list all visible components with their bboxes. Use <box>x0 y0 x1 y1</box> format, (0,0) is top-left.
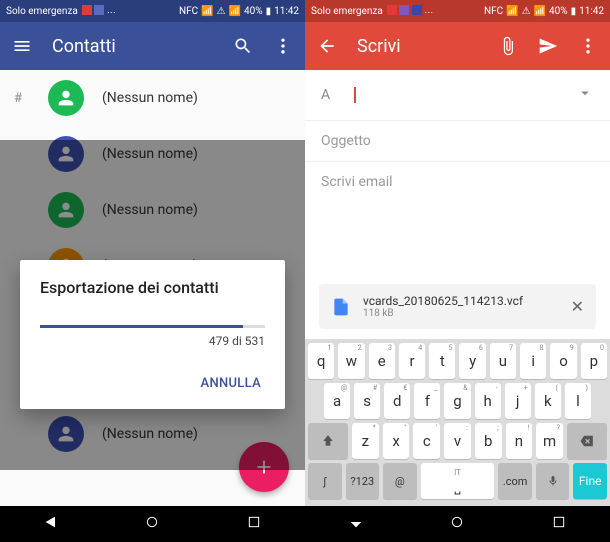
status-bar: Solo emergenza ⋯ NFC📶⚠📶 40% ▮ 11:42 <box>305 0 610 22</box>
key-k[interactable]: (k <box>535 383 561 419</box>
dialog-title: Esportazione dei contatti <box>40 278 265 297</box>
compose-body: A Oggetto Scrivi email vcards_20180625_1… <box>305 70 610 506</box>
nav-home-icon[interactable] <box>449 514 465 534</box>
attachment-size: 118 kB <box>363 308 559 319</box>
to-field[interactable]: A <box>305 70 610 121</box>
status-icons: NFC📶⚠📶 40% ▮ 11:42 <box>484 6 604 17</box>
app-bar: Scrivi <box>305 22 610 70</box>
contact-name: (Nessun nome) <box>102 90 198 106</box>
progress-text: 479 di 531 <box>40 334 265 348</box>
search-icon[interactable] <box>233 36 253 56</box>
chevron-down-icon[interactable] <box>576 84 594 106</box>
cancel-button[interactable]: ANNULLA <box>40 368 265 399</box>
key-b[interactable]: ;b <box>475 423 502 459</box>
key-n[interactable]: !n <box>506 423 533 459</box>
key-v[interactable]: :v <box>444 423 471 459</box>
clock: 11:42 <box>579 6 604 17</box>
back-icon[interactable] <box>317 36 337 56</box>
nav-recent-icon[interactable] <box>246 514 262 534</box>
key-@[interactable]: @ <box>383 463 417 499</box>
key-u[interactable]: 7u <box>490 343 516 379</box>
phone-contacts: Solo emergenza ⋯ NFC📶⚠📶 40% ▮ 11:42 Cont… <box>0 0 305 542</box>
to-label: A <box>321 87 330 103</box>
network-status: Solo emergenza <box>311 6 383 17</box>
attach-icon[interactable] <box>498 36 518 56</box>
send-icon[interactable] <box>538 36 558 56</box>
key-i[interactable]: 8i <box>520 343 546 379</box>
key-x[interactable]: "x <box>383 423 410 459</box>
file-icon <box>331 295 351 319</box>
mic-key[interactable] <box>536 463 570 499</box>
key-j[interactable]: +j <box>505 383 531 419</box>
key-m[interactable]: ?m <box>536 423 563 459</box>
space-key[interactable]: IT⎵ <box>421 463 495 499</box>
shift-key[interactable] <box>308 423 348 459</box>
key-o[interactable]: 9o <box>550 343 576 379</box>
network-status: Solo emergenza <box>6 6 78 17</box>
nav-bar <box>0 506 305 542</box>
key-w[interactable]: 2w <box>338 343 364 379</box>
key-l[interactable]: )l <box>565 383 591 419</box>
status-icons: NFC📶⚠📶 40% ▮ 11:42 <box>179 6 299 17</box>
battery-level: 40% <box>549 6 568 17</box>
key-t[interactable]: 5t <box>429 343 455 379</box>
key-r[interactable]: 4r <box>399 343 425 379</box>
key-e[interactable]: 3e <box>369 343 395 379</box>
remove-attachment-icon[interactable]: ✕ <box>571 297 584 316</box>
key-z[interactable]: *z <box>352 423 379 459</box>
app-bar: Contatti <box>0 22 305 70</box>
nav-back-icon[interactable] <box>43 514 59 534</box>
keyboard: 1q2w3e4r5t6y7u8i9o0p @a#s€d_f&g-h+j(k)l … <box>305 339 610 506</box>
key-d[interactable]: €d <box>384 383 410 419</box>
index-letter: # <box>14 91 30 106</box>
key-.com[interactable]: .com <box>498 463 532 499</box>
nav-home-icon[interactable] <box>144 514 160 534</box>
key-c[interactable]: 'c <box>413 423 440 459</box>
progress-bar <box>40 325 265 328</box>
contacts-list: #(Nessun nome)(Nessun nome)(Nessun nome)… <box>0 70 305 506</box>
swype-key[interactable]: ʃ <box>308 463 342 499</box>
page-title: Scrivi <box>357 36 401 57</box>
key-?123[interactable]: ?123 <box>346 463 380 499</box>
key-s[interactable]: #s <box>354 383 380 419</box>
battery-level: 40% <box>244 6 263 17</box>
more-icon[interactable] <box>273 36 293 56</box>
key-g[interactable]: &g <box>444 383 470 419</box>
body-field[interactable]: Scrivi email <box>305 162 610 202</box>
status-bar: Solo emergenza ⋯ NFC📶⚠📶 40% ▮ 11:42 <box>0 0 305 22</box>
key-p[interactable]: 0p <box>581 343 607 379</box>
nav-bar <box>305 506 610 542</box>
text-cursor <box>354 87 356 103</box>
phone-compose: Solo emergenza ⋯ NFC📶⚠📶 40% ▮ 11:42 Scri… <box>305 0 610 542</box>
subject-field[interactable]: Oggetto <box>305 121 610 162</box>
key-f[interactable]: _f <box>414 383 440 419</box>
more-icon[interactable] <box>578 36 598 56</box>
nav-back-icon[interactable] <box>348 514 364 534</box>
attachment-chip[interactable]: vcards_20180625_114213.vcf 118 kB ✕ <box>319 284 596 329</box>
key-a[interactable]: @a <box>324 383 350 419</box>
menu-icon[interactable] <box>12 36 32 56</box>
key-q[interactable]: 1q <box>308 343 334 379</box>
attachment-name: vcards_20180625_114213.vcf <box>363 294 559 308</box>
clock: 11:42 <box>274 6 299 17</box>
contact-row[interactable]: # (Nessun nome) <box>0 70 305 126</box>
page-title: Contatti <box>52 36 116 57</box>
backspace-key[interactable] <box>567 423 607 459</box>
export-dialog: Esportazione dei contatti 479 di 531 ANN… <box>20 260 285 409</box>
nav-recent-icon[interactable] <box>551 514 567 534</box>
key-Fine[interactable]: Fine <box>573 463 607 499</box>
key-y[interactable]: 6y <box>459 343 485 379</box>
key-h[interactable]: -h <box>475 383 501 419</box>
avatar <box>48 80 84 116</box>
